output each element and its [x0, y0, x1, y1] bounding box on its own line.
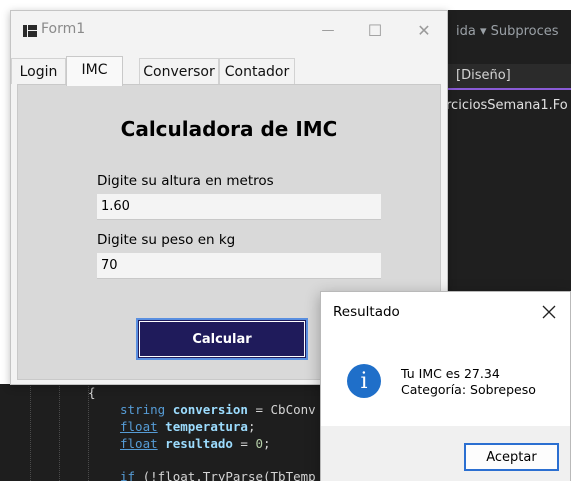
tab-contador[interactable]: Contador [219, 58, 295, 84]
result-dialog: Resultado i Tu IMC es 27.34 Categoría: S… [320, 291, 571, 481]
info-icon: i [347, 364, 381, 398]
code-token: 0 [255, 436, 264, 451]
code-token: ; [263, 436, 271, 451]
code-token: (!float.TryParse(TbTemp [135, 469, 316, 481]
close-icon: ✕ [417, 20, 431, 40]
height-input[interactable] [97, 194, 381, 220]
code-token: = [232, 436, 256, 451]
dialog-titlebar[interactable]: Resultado [321, 292, 570, 332]
weight-label: Digite su peso en kg [97, 232, 236, 248]
tab-login[interactable]: Login [11, 58, 66, 84]
code-token: conversion [172, 402, 248, 417]
dialog-title: Resultado [333, 304, 400, 320]
window-title: Form1 [41, 21, 86, 37]
code-line-4: if (!float.TryParse(TbTemp [120, 469, 316, 481]
maximize-icon: ☐ [367, 20, 383, 40]
calculate-button[interactable]: Calcular [136, 318, 308, 360]
minimize-icon: — [321, 22, 335, 38]
tab-imc[interactable]: IMC [66, 56, 123, 86]
minimize-button[interactable]: — [305, 11, 351, 49]
dialog-footer: Aceptar [321, 426, 570, 481]
indent-guide [30, 384, 31, 481]
code-line-1: string conversion = CbConv [120, 402, 316, 417]
tab-strip: Login IMC Conversor Contador [11, 56, 447, 86]
indent-guide [59, 384, 60, 481]
form-titlebar[interactable]: Form1 — ☐ ✕ [11, 11, 447, 49]
code-line-brace: { [88, 385, 96, 400]
code-token: resultado [165, 436, 233, 451]
height-label: Digite su altura en metros [97, 173, 274, 189]
result-imc-text: Tu IMC es 27.34 [401, 366, 500, 381]
code-token: ; [247, 419, 256, 434]
code-token: float [120, 419, 158, 434]
app-icon [23, 25, 37, 37]
code-token: string [120, 402, 166, 417]
dialog-body: i Tu IMC es 27.34 Categoría: Sobrepeso [321, 332, 570, 426]
dialog-close-button[interactable] [528, 292, 570, 332]
editor-menu-bar[interactable]: ida ▾ Subproces [440, 10, 571, 56]
tab-conversor[interactable]: Conversor [139, 58, 219, 84]
code-token: = CbConv [247, 402, 316, 417]
code-line-3: float resultado = 0; [120, 436, 271, 451]
page-title: Calculadora de IMC [120, 117, 338, 141]
code-line-2: float temperatura; [120, 419, 256, 434]
ok-button[interactable]: Aceptar [464, 443, 559, 471]
code-token: if [120, 469, 136, 481]
close-button[interactable]: ✕ [401, 11, 447, 49]
close-icon [542, 305, 556, 319]
editor-document-tab[interactable]: [Diseño] [440, 64, 571, 90]
code-token: float [120, 436, 158, 451]
code-token: temperatura [165, 419, 248, 434]
weight-input[interactable] [97, 253, 381, 279]
result-category-text: Categoría: Sobrepeso [401, 382, 536, 397]
maximize-button[interactable]: ☐ [352, 11, 398, 49]
editor-file-dropdown[interactable]: rciciosSemana1.Fo [440, 92, 571, 116]
